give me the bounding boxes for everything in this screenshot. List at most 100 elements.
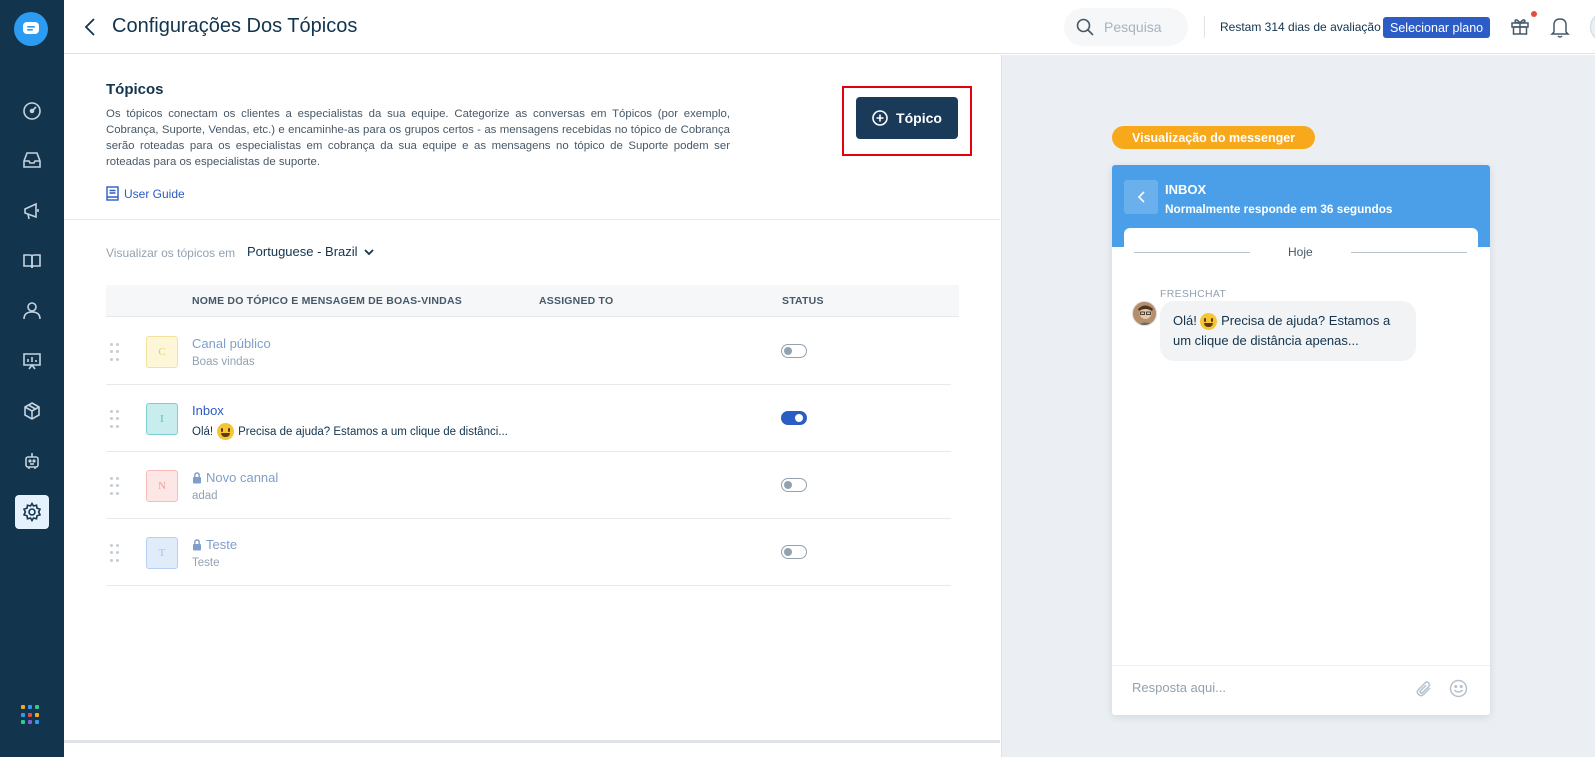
sidebar-item-campaigns[interactable] <box>15 194 49 228</box>
topic-welcome-message: adad <box>192 490 218 502</box>
message-bubble: Olá! Precisa de ajuda? Estamos a um cliq… <box>1160 301 1416 361</box>
search-input[interactable] <box>1104 19 1184 35</box>
day-separator-line <box>1351 252 1467 253</box>
language-label: Visualizar os tópicos em <box>106 246 236 260</box>
topic-welcome-message: Teste <box>192 557 220 569</box>
status-toggle[interactable] <box>781 344 807 358</box>
topic-name[interactable]: Canal público <box>192 336 271 351</box>
topic-name-text: Canal público <box>192 336 271 351</box>
section-title: Tópicos <box>106 81 164 98</box>
paperclip-icon[interactable] <box>1415 680 1433 698</box>
language-dropdown[interactable]: Portuguese - Brazil <box>247 244 374 259</box>
sidebar-item-dashboard[interactable] <box>15 94 49 128</box>
back-button[interactable] <box>80 15 100 39</box>
topic-name[interactable]: Teste <box>192 537 237 552</box>
topic-name-text: Novo cannal <box>206 470 279 485</box>
agent-photo <box>1133 302 1156 325</box>
add-topic-label: Tópico <box>896 110 942 126</box>
header-divider <box>1204 16 1205 38</box>
drag-handle-icon[interactable] <box>110 544 122 562</box>
reply-input[interactable] <box>1132 680 1392 695</box>
status-toggle[interactable] <box>781 478 807 492</box>
search-icon <box>1076 18 1094 36</box>
inbox-icon <box>23 152 41 168</box>
chevron-down-icon <box>363 248 374 255</box>
user-guide-link[interactable]: User Guide <box>106 186 185 201</box>
section-divider <box>64 219 1000 220</box>
sidebar-item-reports[interactable] <box>15 344 49 378</box>
preview-label-pill: Visualização do messenger <box>1112 126 1316 149</box>
trial-days-text: Restam 314 dias de avaliação <box>1220 20 1381 34</box>
lock-icon <box>193 471 201 483</box>
table-row[interactable]: I Inbox Olá! Precisa de ajuda? Estamos a… <box>106 385 951 452</box>
topic-name-text: Inbox <box>192 403 224 418</box>
drag-handle-icon[interactable] <box>110 410 122 428</box>
column-header-topic: NOME DO TÓPICO E MENSAGEM DE BOAS-VINDAS <box>192 295 462 307</box>
notification-dot <box>1531 11 1537 17</box>
book-icon <box>106 186 119 201</box>
section-description: Os tópicos conectam os clientes a especi… <box>106 108 730 168</box>
smiley-emoji-icon <box>1200 313 1218 331</box>
smiley-emoji-icon <box>217 423 235 440</box>
page-title: Configurações Dos Tópicos <box>112 15 358 37</box>
topic-name[interactable]: Inbox <box>192 403 224 418</box>
sidebar-item-inbox[interactable] <box>15 143 49 177</box>
horizontal-scrollbar[interactable] <box>64 740 1000 743</box>
bot-icon <box>25 453 39 469</box>
sidebar-item-settings[interactable] <box>15 495 49 529</box>
status-toggle[interactable] <box>781 545 807 559</box>
messenger-widget: INBOX Normalmente responde em 36 segundo… <box>1112 165 1490 715</box>
toggle-knob <box>784 480 792 489</box>
messenger-response-time: Normalmente responde em 36 segundos <box>1165 202 1393 216</box>
messenger-preview-panel: Visualização do messenger INBOX Normalme… <box>1001 55 1595 757</box>
messenger-conversation: Hoje FRESHCHAT Olá! Precisa de ajuda? Es… <box>1124 228 1478 656</box>
settings-icon <box>22 502 42 522</box>
topic-welcome-message: Olá! Precisa de ajuda? Estamos a um cliq… <box>192 423 508 440</box>
table-row[interactable]: N Novo cannal adad <box>106 452 951 519</box>
topics-table-header: NOME DO TÓPICO E MENSAGEM DE BOAS-VINDAS… <box>106 285 959 317</box>
user-avatar[interactable]: R <box>1590 12 1595 42</box>
search-box[interactable] <box>1064 8 1188 46</box>
main-content: Tópicos Os tópicos conectam os clientes … <box>64 55 1000 757</box>
knowledge-base-icon <box>23 254 41 269</box>
freshchat-logo[interactable] <box>14 12 48 46</box>
apps-grid-icon[interactable] <box>21 705 41 725</box>
lock-icon <box>193 538 201 550</box>
topic-initial-badge: C <box>146 336 178 368</box>
dashboard-icon <box>23 102 41 120</box>
sidebar-item-knowledge-base[interactable] <box>15 244 49 278</box>
bubble-prefix: Olá! <box>1173 313 1197 328</box>
topic-welcome-message: Boas vindas <box>192 356 255 368</box>
drag-handle-icon[interactable] <box>110 477 122 495</box>
table-row[interactable]: C Canal público Boas vindas <box>106 318 951 385</box>
messenger-composer <box>1112 665 1490 715</box>
topic-message-text: Precisa de ajuda? Estamos a um clique de… <box>238 425 508 438</box>
toggle-knob <box>784 547 792 556</box>
contacts-icon <box>23 302 41 320</box>
plus-circle-icon <box>872 110 888 126</box>
sidebar-item-bots[interactable] <box>15 444 49 478</box>
bell-icon[interactable] <box>1550 16 1570 38</box>
language-selected: Portuguese - Brazil <box>247 244 358 259</box>
select-plan-button[interactable]: Selecionar plano <box>1383 17 1491 38</box>
drag-handle-icon[interactable] <box>110 343 122 361</box>
sidebar-item-contacts[interactable] <box>15 294 49 328</box>
table-row[interactable]: T Teste Teste <box>106 519 951 586</box>
column-header-assigned: ASSIGNED TO <box>539 295 614 307</box>
topic-message-text: Boas vindas <box>192 356 255 368</box>
topic-message-prefix: Olá! <box>192 425 214 438</box>
gift-icon[interactable] <box>1510 16 1530 36</box>
messenger-back-button[interactable] <box>1124 180 1158 214</box>
add-topic-button[interactable]: Tópico <box>856 97 958 139</box>
topic-name-text: Teste <box>206 537 238 552</box>
topic-initial-badge: I <box>146 403 178 435</box>
emoji-icon[interactable] <box>1449 679 1468 698</box>
topic-name[interactable]: Novo cannal <box>192 470 278 485</box>
reports-icon <box>23 353 41 370</box>
topic-message-text: adad <box>192 490 218 502</box>
day-separator-line <box>1134 252 1250 253</box>
sidebar-item-integrations[interactable] <box>15 394 49 428</box>
agent-avatar <box>1132 301 1157 326</box>
chevron-left-icon <box>84 18 95 36</box>
status-toggle[interactable] <box>781 411 807 425</box>
